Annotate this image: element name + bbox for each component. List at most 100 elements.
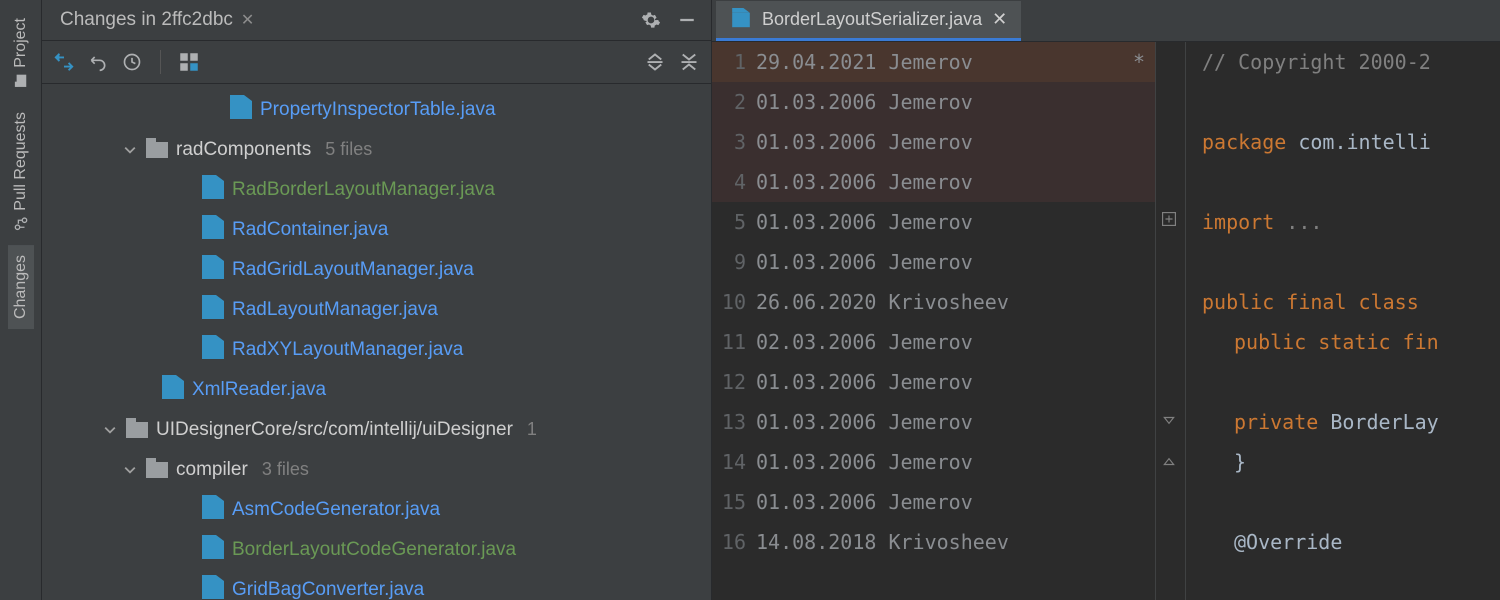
clock-icon (122, 52, 142, 72)
code-annotation: @Override (1234, 530, 1342, 554)
java-file-icon (202, 261, 224, 279)
file-asm-code-generator[interactable]: AsmCodeGenerator.java (42, 490, 711, 530)
history-button[interactable] (118, 48, 146, 76)
java-file-icon (202, 301, 224, 319)
line-number: 10 (712, 290, 746, 314)
line-number: 16 (712, 530, 746, 554)
line-number: 14 (712, 450, 746, 474)
close-tab-icon[interactable]: ✕ (992, 9, 1007, 30)
file-label: RadContainer.java (232, 219, 388, 241)
changes-panel-title: Changes in 2ffc2dbc (60, 9, 233, 31)
annotate-gutter[interactable]: 129.04.2021 Jemerov*201.03.2006 Jemerov3… (712, 42, 1156, 600)
file-label: AsmCodeGenerator.java (232, 499, 440, 521)
line-number: 5 (712, 210, 746, 234)
file-rad-grid-layout-manager[interactable]: RadGridLayoutManager.java (42, 250, 711, 290)
close-panel-tab-icon[interactable]: ✕ (241, 10, 254, 30)
annotate-row[interactable]: 10 26.06.2020 Krivosheev (712, 282, 1155, 322)
file-label: PropertyInspectorTable.java (260, 99, 496, 121)
annotate-info: 02.03.2006 Jemerov (756, 330, 1145, 354)
file-rad-border-layout-manager[interactable]: RadBorderLayoutManager.java (42, 170, 711, 210)
folder-label: compiler (176, 459, 248, 481)
tool-tab-changes[interactable]: Changes (8, 245, 34, 329)
expand-all-button[interactable] (641, 48, 669, 76)
annotate-row[interactable]: 401.03.2006 Jemerov (712, 162, 1155, 202)
annotate-row[interactable]: 1614.08.2018 Krivosheev (712, 522, 1155, 562)
tool-tab-project-label: Project (12, 18, 30, 68)
java-file-icon (202, 181, 224, 199)
changes-tree: PropertyInspectorTable.java radComponent… (42, 84, 711, 600)
annotate-info: 01.03.2006 Jemerov (756, 130, 1145, 154)
java-file-icon (202, 501, 224, 519)
annotate-row[interactable]: 1401.03.2006 Jemerov (712, 442, 1155, 482)
pull-request-icon (14, 217, 28, 231)
collapse-all-button[interactable] (675, 48, 703, 76)
changes-toolbar (42, 41, 711, 84)
chevron-down-icon[interactable] (122, 144, 138, 156)
folder-compiler[interactable]: compiler 3 files (42, 450, 711, 490)
folder-ui-designer-core[interactable]: UIDesignerCore/src/com/intellij/uiDesign… (42, 410, 711, 450)
annotate-row[interactable]: 1501.03.2006 Jemerov (712, 482, 1155, 522)
java-file-icon (230, 101, 252, 119)
fold-expand-icon[interactable] (1162, 210, 1178, 226)
editor-tab-label: BorderLayoutSerializer.java (762, 9, 982, 30)
fold-region-icon[interactable] (1162, 412, 1178, 428)
editor-tab-bar: BorderLayoutSerializer.java ✕ (712, 0, 1500, 42)
annotate-row[interactable]: 1201.03.2006 Jemerov (712, 362, 1155, 402)
minimize-button[interactable] (673, 6, 701, 34)
revert-button[interactable] (84, 48, 112, 76)
line-number: 3 (712, 130, 746, 154)
folder-label: UIDesignerCore/src/com/intellij/uiDesign… (156, 419, 513, 441)
folder-rad-components[interactable]: radComponents 5 files (42, 130, 711, 170)
annotate-row[interactable]: 129.04.2021 Jemerov* (712, 42, 1155, 82)
chevron-down-icon[interactable] (122, 464, 138, 476)
folder-file-count: 3 files (262, 459, 309, 480)
tool-tab-pull-requests-label: Pull Requests (12, 112, 30, 211)
file-border-layout-code-generator[interactable]: BorderLayoutCodeGenerator.java (42, 530, 711, 570)
java-file-icon (202, 581, 224, 599)
code-fold-gutter (1156, 42, 1186, 600)
annotate-row[interactable]: 1301.03.2006 Jemerov (712, 402, 1155, 442)
fold-region-icon[interactable] (1162, 452, 1178, 468)
file-property-inspector[interactable]: PropertyInspectorTable.java (42, 90, 711, 130)
file-label: GridBagConverter.java (232, 579, 424, 600)
collapse-all-icon (679, 52, 699, 72)
file-grid-bag-converter[interactable]: GridBagConverter.java (42, 570, 711, 600)
line-number: 11 (712, 330, 746, 354)
file-xml-reader[interactable]: XmlReader.java (42, 370, 711, 410)
code-keyword: public static fin (1234, 330, 1439, 354)
code-folded: ... (1274, 210, 1322, 234)
annotate-info: 01.03.2006 Jemerov (756, 170, 1145, 194)
settings-button[interactable] (637, 6, 665, 34)
compare-button[interactable] (50, 48, 78, 76)
java-file-icon (162, 381, 184, 399)
tool-tab-pull-requests[interactable]: Pull Requests (8, 102, 34, 241)
folder-label: radComponents (176, 139, 311, 161)
annotate-row[interactable]: 201.03.2006 Jemerov (712, 82, 1155, 122)
file-rad-container[interactable]: RadContainer.java (42, 210, 711, 250)
code-ident: BorderLay (1330, 410, 1438, 434)
java-file-icon (732, 12, 750, 26)
file-label: RadLayoutManager.java (232, 299, 438, 321)
group-button[interactable] (175, 48, 203, 76)
annotate-info: 01.03.2006 Jemerov (756, 490, 1145, 514)
annotate-info: 01.03.2006 Jemerov (756, 370, 1145, 394)
chevron-down-icon[interactable] (102, 424, 118, 436)
compare-arrows-icon (53, 51, 75, 73)
minimize-icon (678, 11, 696, 29)
annotate-row[interactable]: 11 02.03.2006 Jemerov (712, 322, 1155, 362)
file-label: RadXYLayoutManager.java (232, 339, 463, 361)
annotate-row[interactable]: 3 01.03.2006 Jemerov (712, 122, 1155, 162)
annotate-info: 26.06.2020 Krivosheev (756, 290, 1145, 314)
project-icon (14, 74, 28, 88)
tool-tab-project[interactable]: Project (8, 8, 34, 98)
changes-panel-header: Changes in 2ffc2dbc ✕ (42, 0, 711, 41)
editor-area: BorderLayoutSerializer.java ✕ 129.04.202… (712, 0, 1500, 600)
annotate-row[interactable]: 901.03.2006 Jemerov (712, 242, 1155, 282)
editor-tab-active[interactable]: BorderLayoutSerializer.java ✕ (716, 1, 1021, 41)
folder-icon (146, 142, 168, 158)
annotate-row[interactable]: 501.03.2006 Jemerov (712, 202, 1155, 242)
file-rad-xy-layout-manager[interactable]: RadXYLayoutManager.java (42, 330, 711, 370)
file-rad-layout-manager[interactable]: RadLayoutManager.java (42, 290, 711, 330)
code-view[interactable]: // Copyright 2000-2 package com.intelli … (1186, 42, 1500, 600)
undo-icon (88, 52, 108, 72)
